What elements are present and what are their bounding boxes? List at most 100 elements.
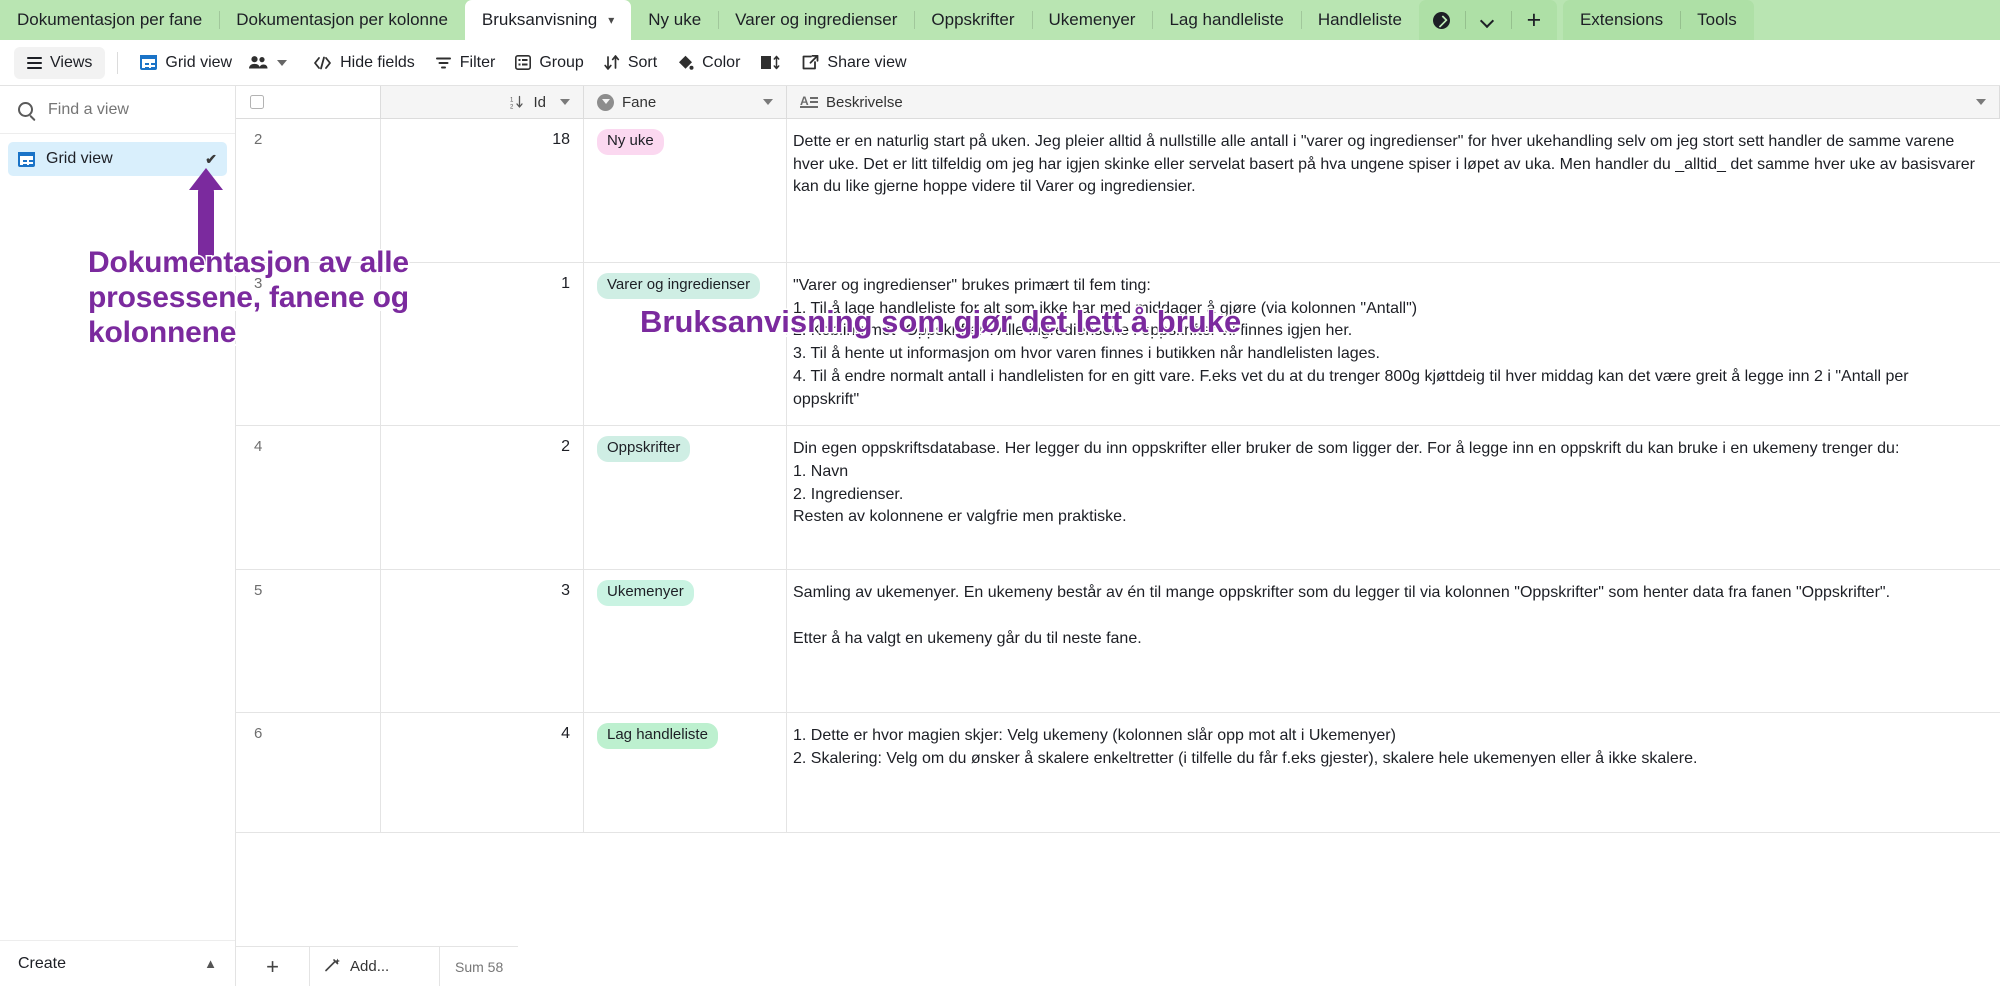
- views-sidebar: Grid view ✔ Create ▲: [0, 86, 236, 986]
- current-view-label: Grid view: [165, 53, 233, 71]
- filter-icon: [435, 57, 451, 68]
- hide-fields-button[interactable]: Hide fields: [303, 47, 425, 79]
- find-view-row[interactable]: [0, 86, 235, 134]
- create-view-row[interactable]: Create ▲: [0, 940, 235, 986]
- cell-fane[interactable]: Ukemenyer: [584, 570, 787, 713]
- main-area: Grid view ✔ Create ▲ 1 2 Id: [0, 86, 2000, 986]
- table-row[interactable]: 5 3 Ukemenyer Samling av ukemenyer. En u…: [236, 570, 2000, 714]
- tab-dokumentasjon-per-kolonne[interactable]: Dokumentasjon per kolonne: [219, 0, 465, 40]
- column-header-label: Fane: [622, 93, 657, 111]
- cell-fane[interactable]: Lag handleliste: [584, 713, 787, 833]
- tab-handleliste[interactable]: Handleliste: [1300, 0, 1419, 40]
- row-number: 3: [236, 263, 381, 426]
- grid-header-row: 1 2 Id Fane A Beskrivelse: [236, 86, 2000, 119]
- expand-tabs-button[interactable]: [1419, 0, 1465, 40]
- select-all-checkbox[interactable]: [250, 95, 264, 109]
- tab-label: Lag handleliste: [1169, 10, 1284, 29]
- tab-ukemenyer[interactable]: Ukemenyer: [1031, 0, 1153, 40]
- chevron-down-icon[interactable]: [560, 99, 570, 105]
- group-button[interactable]: Group: [505, 47, 593, 79]
- view-list: Grid view ✔: [0, 134, 235, 176]
- svg-text:2: 2: [510, 104, 514, 110]
- chevron-down-icon[interactable]: [1976, 99, 1986, 105]
- row-height-icon: [761, 55, 780, 70]
- chevron-up-icon[interactable]: ▲: [204, 956, 217, 971]
- table-row[interactable]: 2 18 Ny uke Dette er en naturlig start p…: [236, 119, 2000, 263]
- tab-extensions[interactable]: Extensions: [1563, 0, 1680, 40]
- magic-wand-icon: [325, 958, 341, 975]
- add-row-bar: + Add... Sum 58: [236, 946, 519, 986]
- chevron-down-icon[interactable]: ▾: [608, 14, 614, 26]
- tab-ny-uke[interactable]: Ny uke: [631, 0, 718, 40]
- chevron-down-icon: [277, 59, 288, 66]
- tab-label: Ukemenyer: [1048, 10, 1136, 29]
- tab-list-dropdown-button[interactable]: [1464, 0, 1511, 40]
- tab-lag-handleliste[interactable]: Lag handleliste: [1152, 0, 1300, 40]
- chevron-down-icon[interactable]: [763, 99, 773, 105]
- cell-fane[interactable]: Oppskrifter: [584, 426, 787, 570]
- sidebar-item-grid-view[interactable]: Grid view ✔: [8, 142, 227, 176]
- row-number: 4: [236, 426, 381, 570]
- cell-beskrivelse[interactable]: "Varer og ingredienser" brukes primært t…: [787, 263, 2000, 425]
- row-number: 2: [236, 119, 381, 262]
- row-number: 5: [236, 570, 381, 713]
- view-collaborators-button[interactable]: [242, 47, 293, 79]
- grid-rows: 2 18 Ny uke Dette er en naturlig start p…: [236, 119, 2000, 986]
- current-view-button[interactable]: Grid view: [130, 47, 242, 79]
- column-header-id[interactable]: 1 2 Id: [381, 86, 584, 118]
- share-view-label: Share view: [827, 53, 907, 71]
- views-button[interactable]: Views: [14, 46, 106, 79]
- cell-beskrivelse[interactable]: Din egen oppskriftsdatabase. Her legger …: [787, 426, 2000, 569]
- view-toolbar: Views Grid view Hide fields Filter Group…: [0, 40, 2000, 86]
- cell-id[interactable]: 1: [381, 263, 584, 426]
- hide-fields-icon: [314, 56, 331, 69]
- cell-beskrivelse[interactable]: Dette er en naturlig start på uken. Jeg …: [787, 119, 2000, 262]
- group-label: Group: [539, 53, 584, 71]
- cell-beskrivelse[interactable]: Samling av ukemenyer. En ukemeny består …: [787, 570, 2000, 712]
- color-icon: [679, 55, 694, 70]
- search-input[interactable]: [46, 99, 196, 120]
- cell-beskrivelse[interactable]: 1. Dette er hvor magien skjer: Velg ukem…: [787, 713, 2000, 832]
- cell-id[interactable]: 18: [381, 119, 584, 262]
- search-icon: [18, 102, 33, 117]
- column-header-label: Id: [533, 93, 546, 111]
- tab-varer-og-ingredienser[interactable]: Varer og ingredienser: [718, 0, 914, 40]
- table-row[interactable]: 4 2 Oppskrifter Din egen oppskriftsdatab…: [236, 426, 2000, 571]
- cell-fane[interactable]: Ny uke: [584, 119, 787, 262]
- hamburger-icon: [27, 56, 42, 69]
- svg-text:1: 1: [510, 97, 514, 103]
- select-all-cell[interactable]: [236, 86, 381, 118]
- filter-button[interactable]: Filter: [425, 47, 506, 79]
- cell-fane[interactable]: Varer og ingredienser: [584, 263, 787, 426]
- tab-dokumentasjon-per-fane[interactable]: Dokumentasjon per fane: [0, 0, 219, 40]
- row-height-button[interactable]: [750, 47, 792, 79]
- add-record-button[interactable]: +: [236, 947, 310, 986]
- share-view-button[interactable]: Share view: [792, 47, 916, 79]
- add-template-button[interactable]: Add...: [310, 947, 440, 986]
- cell-id[interactable]: 4: [381, 713, 584, 833]
- cell-id[interactable]: 2: [381, 426, 584, 570]
- column-summary[interactable]: Sum 58: [440, 959, 518, 975]
- long-text-icon: A: [800, 95, 818, 109]
- tab-bruksanvisning[interactable]: Bruksanvisning ▾: [464, 0, 632, 40]
- sort-button[interactable]: Sort: [594, 47, 667, 79]
- add-table-button[interactable]: +: [1510, 0, 1557, 40]
- share-icon: [802, 55, 819, 70]
- grid-icon: [18, 151, 35, 167]
- tab-oppskrifter[interactable]: Oppskrifter: [914, 0, 1031, 40]
- table-row[interactable]: 3 1 Varer og ingredienser "Varer og ingr…: [236, 263, 2000, 427]
- tab-label: Varer og ingredienser: [735, 10, 898, 29]
- create-label: Create: [18, 954, 67, 972]
- color-button[interactable]: Color: [667, 47, 750, 79]
- filter-label: Filter: [459, 53, 496, 71]
- cell-id[interactable]: 3: [381, 570, 584, 713]
- tab-label: Ny uke: [648, 10, 702, 29]
- column-header-fane[interactable]: Fane: [584, 86, 787, 118]
- tab-tools[interactable]: Tools: [1680, 0, 1754, 40]
- chevron-down-icon: [1481, 16, 1494, 24]
- table-row[interactable]: 6 4 Lag handleliste 1. Dette er hvor mag…: [236, 713, 2000, 834]
- tab-label: Tools: [1697, 10, 1737, 29]
- tab-label: Bruksanvisning: [481, 10, 598, 29]
- column-header-beskrivelse[interactable]: A Beskrivelse: [787, 86, 2000, 118]
- people-icon: [249, 56, 268, 69]
